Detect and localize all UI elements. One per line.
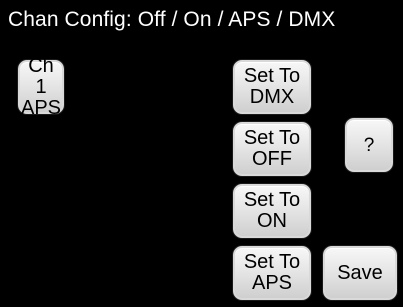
channel-1-button[interactable]: Ch 1 APS [18,55,64,118]
set-to-dmx-button[interactable]: Set To DMX [233,60,311,114]
set-to-on-line1: Set To [243,189,301,211]
channel-button-line1: Ch 1 [28,54,54,98]
set-to-on-line2: ON [257,210,287,232]
help-button-label: ? [363,134,375,156]
set-to-aps-line2: APS [251,272,293,294]
set-to-on-button[interactable]: Set To ON [233,184,311,238]
set-to-aps-line1: Set To [243,251,301,273]
set-to-off-button[interactable]: Set To OFF [233,122,311,176]
set-to-dmx-line2: DMX [249,86,295,108]
page-title: Chan Config: Off / On / APS / DMX [8,8,336,31]
save-button-label: Save [337,261,383,284]
set-to-dmx-line1: Set To [243,65,301,87]
channel-button-line2: APS [20,96,62,119]
save-button[interactable]: Save [323,246,397,300]
set-to-aps-button[interactable]: Set To APS [233,246,311,300]
set-to-off-line1: Set To [243,127,301,149]
help-button[interactable]: ? [345,118,393,172]
set-to-off-line2: OFF [252,148,292,170]
